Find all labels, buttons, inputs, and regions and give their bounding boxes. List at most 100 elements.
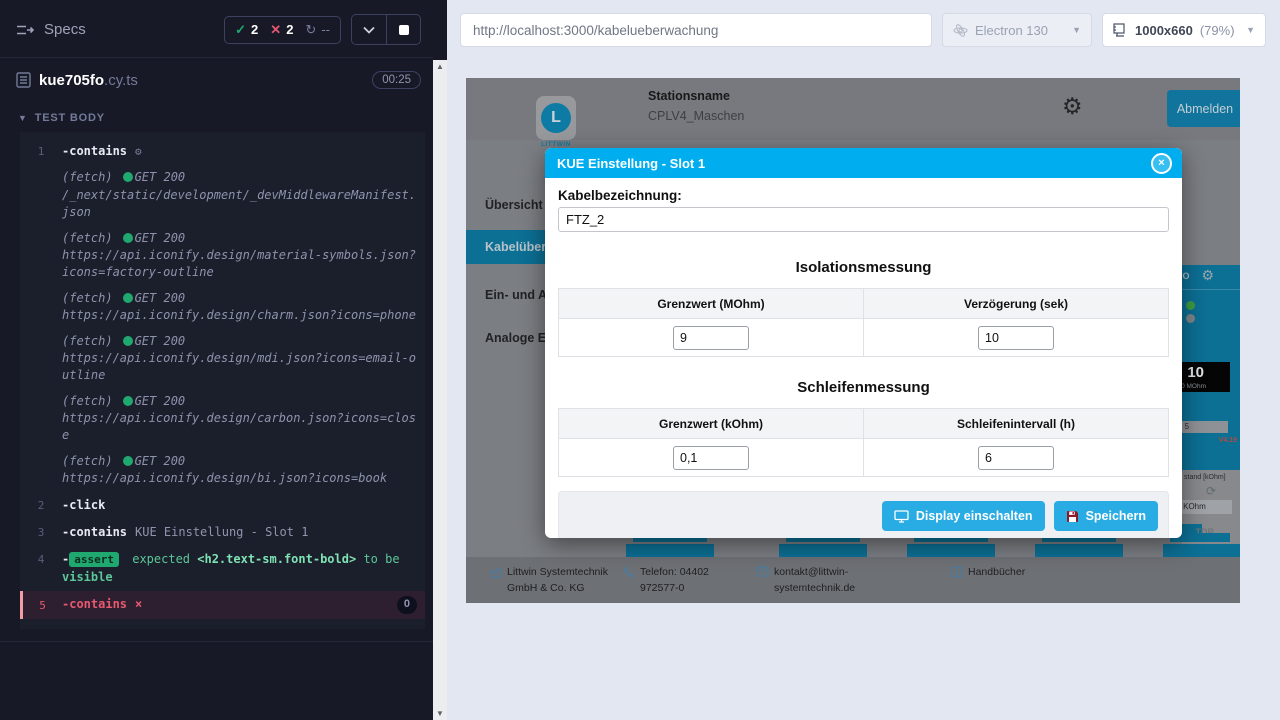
fetch-label: (fetch) bbox=[62, 291, 113, 305]
network-log-entry[interactable]: (fetch) GET 200 https://api.iconify.desig… bbox=[20, 226, 425, 286]
footer-phone: Telefon: 04402 972577-0 bbox=[623, 565, 748, 597]
station-info: Stationsname CPLV4_Maschen bbox=[648, 89, 744, 123]
viewport-select[interactable]: 1000x660 (79%) ▼ bbox=[1102, 13, 1266, 47]
footer-company: Littwin Systemtechnik GmbH & Co. KG bbox=[490, 565, 615, 597]
loop-limit-input[interactable] bbox=[673, 446, 749, 470]
cable-name-input[interactable] bbox=[558, 207, 1169, 232]
card-gear-icon[interactable]: ⚙ bbox=[1201, 267, 1214, 284]
fetch-status: GET 200 bbox=[135, 231, 186, 245]
nav-item-uebersicht[interactable]: Übersicht bbox=[485, 198, 543, 212]
loop-table: Grenzwert (kOhm) Schleifenintervall (h) bbox=[558, 408, 1169, 477]
email-icon bbox=[756, 565, 769, 577]
modal-footer: Display einschalten Speichern bbox=[558, 491, 1169, 538]
fetch-url: https://api.iconify.design/charm.json?ic… bbox=[62, 307, 417, 324]
modal-header: KUE Einstellung - Slot 1 × bbox=[545, 148, 1182, 178]
spec-file-row[interactable]: kue705fo.cy.ts 00:25 bbox=[0, 58, 433, 102]
specs-label[interactable]: Specs bbox=[44, 21, 86, 38]
fetch-label: (fetch) bbox=[62, 454, 113, 468]
command-number: 5 bbox=[23, 597, 62, 614]
url-input[interactable] bbox=[460, 13, 932, 47]
cypress-reporter-panel: Specs ✓2 ✕2 ↻-- kue705fo.cy.ts 00:25 ▼ T… bbox=[0, 0, 433, 720]
stat-pending: ↻-- bbox=[305, 22, 330, 38]
fetch-label: (fetch) bbox=[62, 231, 113, 245]
monitor-icon bbox=[894, 510, 909, 523]
close-icon[interactable]: × bbox=[1151, 153, 1172, 174]
stat-failed: ✕2 bbox=[270, 22, 293, 38]
command-name: contains bbox=[69, 597, 127, 611]
command-row-contains[interactable]: 3 -containsKUE Einstellung - Slot 1 bbox=[20, 519, 425, 546]
file-icon bbox=[16, 72, 31, 88]
firmware-version: V4.19 bbox=[1219, 437, 1237, 444]
command-row-assert[interactable]: 4 -assert expected <h2.text-sm.font-bold… bbox=[20, 546, 425, 591]
status-ok-dot bbox=[123, 172, 133, 182]
company-logo: L bbox=[536, 96, 576, 140]
fetch-status: GET 200 bbox=[135, 334, 186, 348]
isolation-limit-input[interactable] bbox=[673, 326, 749, 350]
app-footer: Littwin Systemtechnik GmbH & Co. KG Tele… bbox=[466, 557, 1240, 603]
nav-item-kabelueberwachung-active[interactable]: Kabelüberw bbox=[466, 230, 546, 264]
settings-gear-icon[interactable]: ⚙ bbox=[1062, 95, 1083, 118]
fetch-status: GET 200 bbox=[135, 394, 186, 408]
runner-topbar: Electron 130 ▼ 1000x660 (79%) ▼ bbox=[447, 0, 1280, 60]
command-number: 3 bbox=[20, 524, 62, 541]
card-title: 05-FO bbox=[1182, 271, 1190, 281]
logout-button[interactable]: Abmelden bbox=[1167, 90, 1240, 127]
isolation-delay-input[interactable] bbox=[978, 326, 1054, 350]
fetch-url: /_next/static/development/_devMiddleware… bbox=[62, 187, 417, 222]
network-log-entry[interactable]: (fetch)GET 200 https://api.iconify.desig… bbox=[20, 286, 425, 329]
save-floppy-icon bbox=[1066, 510, 1079, 523]
collapse-all-button[interactable] bbox=[352, 15, 386, 44]
stop-run-button[interactable] bbox=[386, 15, 420, 44]
kabel-label: Kabel 5 bbox=[1182, 421, 1228, 433]
reporter-scrollbar[interactable]: ▲ ▼ bbox=[433, 0, 447, 720]
network-log-entry[interactable]: (fetch) GET 200 https://api.iconify.desig… bbox=[20, 389, 425, 449]
browser-label: Electron 130 bbox=[975, 23, 1048, 38]
command-name: click bbox=[69, 498, 105, 512]
status-ok-dot bbox=[123, 396, 133, 406]
loop-section-title: Schleifenmessung bbox=[558, 379, 1169, 396]
command-log: 1 -contains⚙ (fetch)GET 200 /_next/stati… bbox=[20, 132, 425, 629]
scroll-down-arrow[interactable]: ▼ bbox=[436, 709, 444, 718]
command-row-contains[interactable]: 1 -contains⚙ bbox=[20, 138, 425, 165]
status-ok-dot bbox=[123, 293, 133, 303]
isolation-section-title: Isolationsmessung bbox=[558, 259, 1169, 276]
station-label: Stationsname bbox=[648, 89, 744, 103]
specs-menu-icon[interactable] bbox=[16, 23, 34, 37]
save-button[interactable]: Speichern bbox=[1054, 501, 1158, 531]
column-header: Grenzwert (kOhm) bbox=[559, 409, 864, 439]
command-row-failed[interactable]: 5 -contains× 0 bbox=[20, 591, 425, 619]
app-header bbox=[466, 78, 1240, 140]
viewport-zoom: (79%) bbox=[1200, 23, 1235, 38]
station-value: CPLV4_Maschen bbox=[648, 109, 744, 123]
electron-icon bbox=[953, 23, 968, 38]
resistance-label: stand [kOhm] bbox=[1184, 474, 1226, 481]
logo-mark: L bbox=[541, 103, 571, 133]
command-number: 1 bbox=[20, 143, 62, 160]
command-row-click[interactable]: 2 -click bbox=[20, 492, 425, 519]
footer-email[interactable]: kontakt@littwin-systemtechnik.de bbox=[756, 565, 882, 597]
nav-item-analoge-eingaenge[interactable]: Analoge Ei bbox=[485, 331, 550, 345]
loop-interval-input[interactable] bbox=[978, 446, 1054, 470]
column-header: Grenzwert (MOhm) bbox=[559, 289, 864, 319]
network-log-entry[interactable]: (fetch)GET 200 /_next/static/development… bbox=[20, 165, 425, 225]
retry-count-badge: 0 bbox=[397, 596, 417, 614]
footer-manuals[interactable]: Handbücher bbox=[950, 565, 1025, 581]
fetch-label: (fetch) bbox=[62, 394, 113, 408]
scroll-up-arrow[interactable]: ▲ bbox=[436, 62, 444, 71]
test-stats: ✓2 ✕2 ↻-- bbox=[224, 16, 341, 44]
network-log-entry[interactable]: (fetch)GET 200 https://api.iconify.desig… bbox=[20, 329, 425, 389]
display-on-button[interactable]: Display einschalten bbox=[882, 501, 1045, 531]
fetch-url: https://api.iconify.design/carbon.json?i… bbox=[62, 410, 417, 445]
network-log-entry[interactable]: (fetch)GET 200 https://api.iconify.desig… bbox=[20, 449, 425, 492]
stat-passed: ✓2 bbox=[235, 22, 258, 38]
viewport-icon bbox=[1113, 23, 1128, 37]
aut-stage: L LITTWIN Stationsname CPLV4_Maschen ⚙ A… bbox=[447, 60, 1280, 720]
fetch-url: https://api.iconify.design/material-symb… bbox=[62, 247, 417, 282]
measurement-display: 10 0 MOhm bbox=[1182, 362, 1230, 392]
book-icon bbox=[950, 565, 963, 578]
fetch-label: (fetch) bbox=[62, 170, 113, 184]
browser-select[interactable]: Electron 130 ▼ bbox=[942, 13, 1092, 47]
refresh-icon[interactable]: ⟳ bbox=[1206, 484, 1216, 498]
test-body-section-header[interactable]: ▼ TEST BODY bbox=[0, 102, 433, 132]
spec-duration-badge: 00:25 bbox=[372, 71, 421, 89]
